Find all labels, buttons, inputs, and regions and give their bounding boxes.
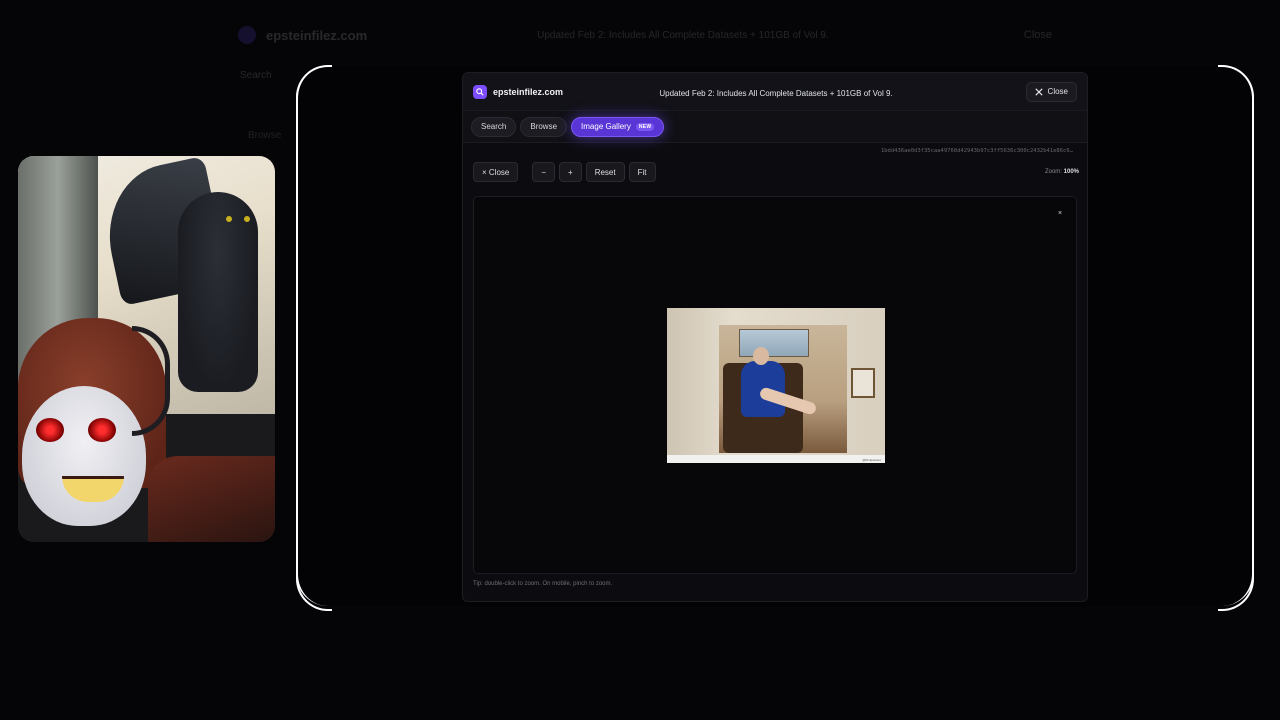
close-icon [1034, 87, 1043, 96]
zoom-label: Zoom: [1044, 169, 1062, 175]
image-viewport[interactable]: × @Pinkpantiez [473, 196, 1077, 574]
webcam-mask [22, 386, 146, 526]
image-painting [719, 325, 847, 453]
tab-browse[interactable]: Browse [520, 116, 568, 137]
file-hash: 1bdd436ae0d3f35caa49760d42943b97c3ff5636… [880, 148, 1073, 154]
webcam-mask-eye [88, 418, 116, 442]
close-button[interactable]: Close [1025, 81, 1077, 102]
modal-header: epsteinfilez.com Updated Feb 2: Includes… [463, 73, 1087, 111]
painting-window [739, 329, 809, 357]
viewer-toolbar: × Close − + Reset Fit Zoom: 100% [473, 161, 1079, 183]
viewer-tip: Tip: double-click to zoom. On mobile, pi… [473, 581, 613, 587]
image-viewer-modal: epsteinfilez.com Updated Feb 2: Includes… [462, 72, 1088, 602]
new-badge: NEW [635, 122, 655, 131]
reset-button[interactable]: Reset [585, 162, 625, 182]
background-header: epsteinfilez.com Updated Feb 2: Includes… [230, 18, 1060, 52]
viewport-close-icon[interactable]: × [1054, 207, 1066, 219]
image-caption: @Pinkpantiez [862, 458, 881, 462]
zoom-readout: Zoom: 100% [1045, 169, 1079, 175]
gallery-image[interactable]: @Pinkpantiez [667, 308, 885, 463]
background-tab-search: Search [240, 70, 272, 81]
background-close: Close [1023, 29, 1052, 41]
tab-image-gallery[interactable]: Image Gallery NEW [571, 116, 665, 137]
webcam-cat-eye [244, 216, 250, 222]
tab-bar: Search Browse Image Gallery NEW [463, 111, 1087, 143]
zoom-value: 100% [1063, 169, 1079, 175]
webcam-overlay [18, 156, 275, 542]
search-icon [473, 84, 487, 99]
image-wall-frame [851, 368, 875, 398]
webcam-cat-eye [226, 216, 232, 222]
webcam-mask-eye [36, 418, 64, 442]
tab-image-gallery-label: Image Gallery [581, 122, 631, 131]
fit-button[interactable]: Fit [628, 162, 656, 182]
close-button-label: Close [1047, 87, 1068, 96]
viewer-close-button[interactable]: × Close [473, 162, 519, 182]
zoom-out-button[interactable]: − [532, 162, 556, 182]
background-logo-icon [238, 26, 256, 44]
tab-search[interactable]: Search [471, 116, 517, 137]
brand-name[interactable]: epsteinfilez.com [493, 87, 563, 97]
background-logo-text: epsteinfilez.com [266, 27, 368, 43]
background-tab-browse: Browse [248, 130, 282, 141]
background-banner: Updated Feb 2: Includes All Complete Dat… [537, 29, 829, 41]
painting-head [753, 347, 769, 365]
zoom-in-button[interactable]: + [559, 162, 582, 182]
webcam-cat-statue [178, 192, 258, 392]
webcam-jacket [148, 456, 275, 542]
